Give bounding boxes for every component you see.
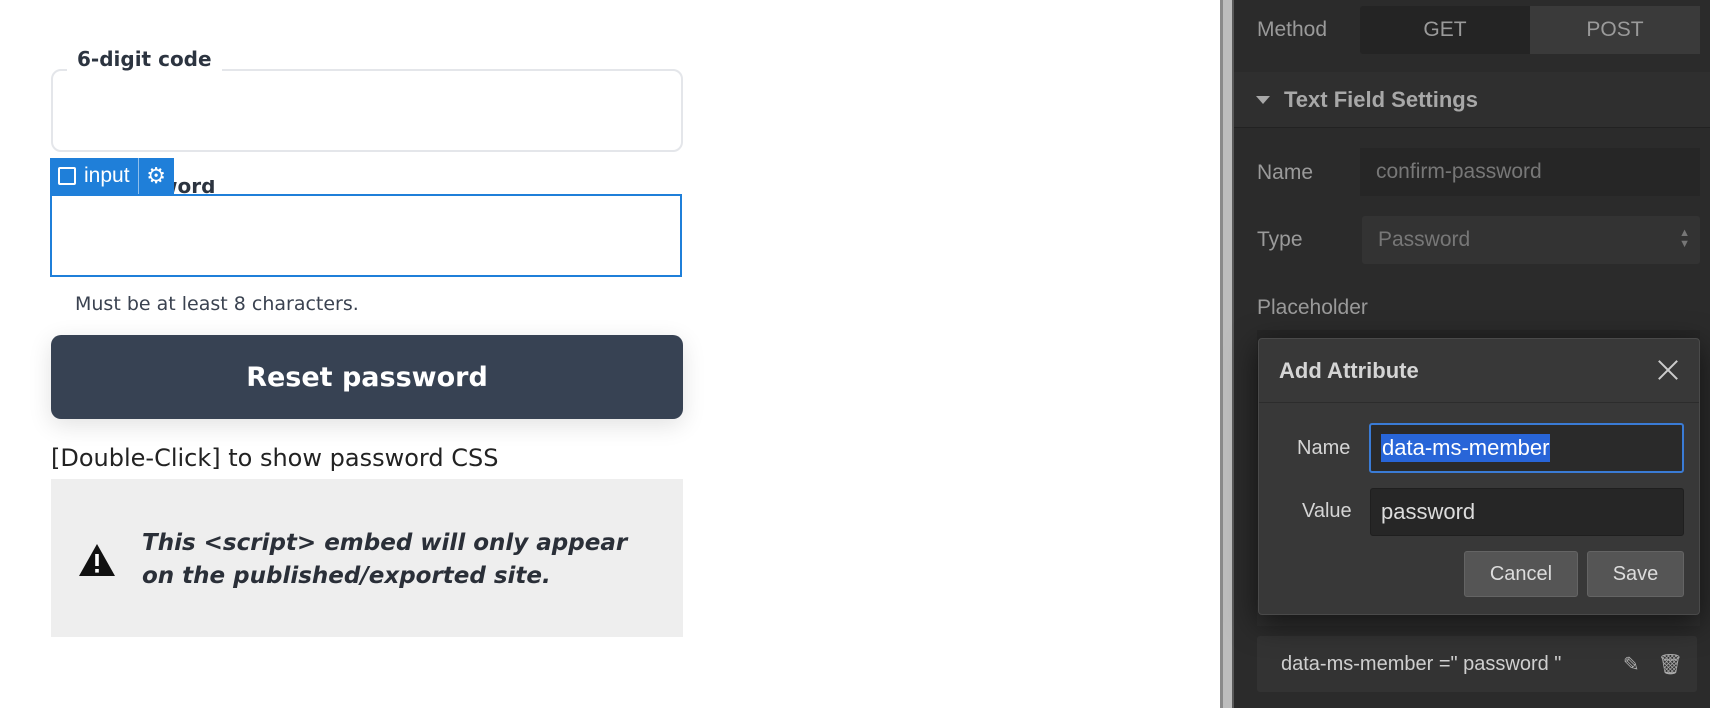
designer-canvas: 6-digit code word input ⚙ Must be at lea… [0, 0, 1228, 708]
cancel-button[interactable]: Cancel [1464, 551, 1578, 597]
attribute-row[interactable]: data-ms-member =" password " ✎ 🗑 [1257, 636, 1697, 692]
warning-icon [79, 544, 115, 576]
modal-name-label: Name [1297, 437, 1351, 459]
code-label: 6-digit code [67, 47, 222, 71]
element-tag-bar[interactable]: input ⚙ [50, 158, 174, 194]
method-get[interactable]: GET [1360, 6, 1530, 54]
section-title: Text Field Settings [1284, 86, 1478, 112]
modal-title: Add Attribute [1279, 357, 1419, 383]
modal-name-value: data-ms-member [1381, 434, 1551, 462]
type-value: Password [1378, 228, 1471, 251]
modal-header: Add Attribute [1259, 339, 1699, 403]
gear-icon[interactable]: ⚙ [137, 158, 174, 194]
password-hint: Must be at least 8 characters. [75, 293, 359, 315]
method-label: Method [1257, 18, 1328, 41]
name-label: Name [1257, 161, 1314, 184]
confirm-password-input[interactable] [50, 194, 682, 277]
dblclick-note: [Double-Click] to show password CSS [51, 444, 499, 472]
method-post[interactable]: POST [1530, 6, 1700, 54]
panel-divider[interactable] [1220, 0, 1234, 708]
save-button[interactable]: Save [1587, 551, 1684, 597]
trash-icon[interactable]: 🗑 [1658, 652, 1683, 677]
add-attribute-modal: Add Attribute Name data-ms-member Value … [1258, 338, 1700, 615]
code-input-field[interactable] [51, 69, 683, 152]
embed-notice: This <script> embed will only appear on … [142, 530, 628, 589]
close-icon[interactable] [1653, 355, 1683, 385]
text-field-settings-header[interactable]: Text Field Settings [1234, 72, 1710, 128]
name-input[interactable]: confirm-password [1360, 148, 1700, 196]
collapse-triangle-icon [1256, 95, 1270, 104]
method-toggle[interactable]: GET POST [1360, 6, 1700, 54]
element-square-icon [58, 167, 76, 185]
type-label: Type [1257, 228, 1303, 251]
select-arrows-icon: ▲ ▼ [1679, 227, 1690, 250]
modal-value-label: Value [1302, 500, 1352, 522]
modal-value-input[interactable]: password [1370, 488, 1684, 536]
attribute-text: data-ms-member =" password " [1281, 652, 1562, 675]
placeholder-label: Placeholder [1257, 296, 1368, 319]
modal-name-input[interactable]: data-ms-member [1369, 423, 1684, 473]
pencil-icon[interactable]: ✎ [1623, 652, 1640, 677]
reset-password-button[interactable]: Reset password [51, 335, 683, 419]
type-select[interactable]: Password ▲ ▼ [1362, 216, 1700, 264]
element-tag-label: input [84, 164, 130, 187]
